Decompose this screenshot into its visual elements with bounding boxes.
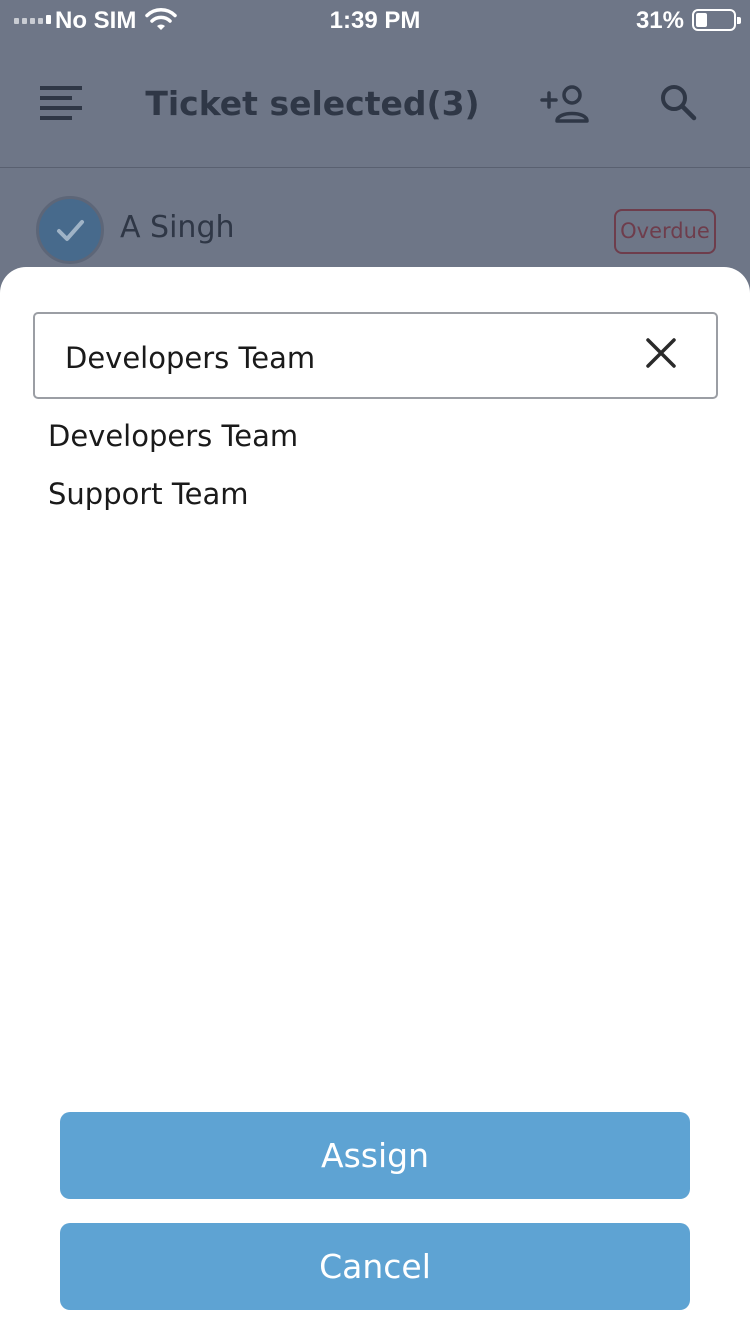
ticket-assignee-name: A Singh [120, 210, 235, 245]
selected-avatar[interactable] [36, 196, 104, 264]
battery-icon [692, 9, 741, 31]
status-bar: No SIM 1:39 PM 31% [0, 0, 750, 40]
assign-bottom-sheet: Developers Team Developers Team Support … [0, 267, 750, 1334]
ticket-row[interactable]: A Singh Overdue [0, 170, 750, 280]
cancel-button[interactable]: Cancel [60, 1223, 690, 1310]
assign-button[interactable]: Assign [60, 1112, 690, 1199]
add-user-icon[interactable] [540, 84, 592, 124]
close-icon[interactable] [644, 336, 678, 370]
team-search-field[interactable]: Developers Team [33, 312, 718, 399]
team-option[interactable]: Support Team [48, 477, 249, 511]
team-option[interactable]: Developers Team [48, 419, 298, 453]
status-badge: Overdue [614, 209, 716, 254]
search-icon[interactable] [658, 82, 698, 122]
page-title: Ticket selected(3) [145, 84, 480, 123]
team-search-value[interactable]: Developers Team [65, 341, 315, 375]
check-icon [57, 220, 84, 241]
app-header: Ticket selected(3) [0, 40, 750, 168]
battery-percent: 31% [635, 7, 684, 34]
